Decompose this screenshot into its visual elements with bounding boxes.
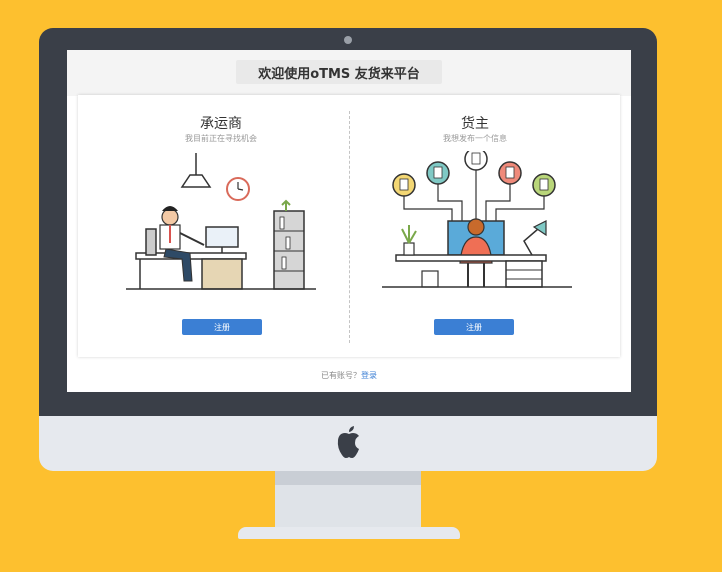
role-card: 承运商 我目前正在寻找机会 注册 货主 我想发布一个信息 注册 — [78, 95, 620, 357]
screen: 欢迎使用oTMS 友货来平台 承运商 我目前正在寻找机会 注册 货主 我想发布一… — [67, 50, 631, 392]
footer: 已有账号？登录 — [67, 370, 631, 381]
carrier-register-button[interactable]: 注册 — [182, 319, 262, 335]
shipper-register-button[interactable]: 注册 — [434, 319, 514, 335]
carrier-subtitle: 我目前正在寻找机会 — [185, 134, 257, 143]
shipper-subtitle: 我想发布一个信息 — [443, 134, 507, 143]
login-link[interactable]: 登录 — [361, 371, 377, 380]
has-account-text: 已有账号？ — [321, 371, 361, 380]
carrier-office-illustration — [126, 153, 316, 290]
pane-divider — [349, 111, 350, 343]
shipper-office-illustration — [382, 151, 572, 288]
apple-logo-icon — [337, 426, 359, 458]
stand-shadow — [275, 471, 421, 485]
monitor-base — [238, 527, 460, 539]
page-title: 欢迎使用oTMS 友货来平台 — [236, 60, 442, 84]
camera-dot — [344, 36, 352, 44]
shipper-title: 货主 — [461, 116, 489, 132]
carrier-title: 承运商 — [200, 116, 242, 132]
